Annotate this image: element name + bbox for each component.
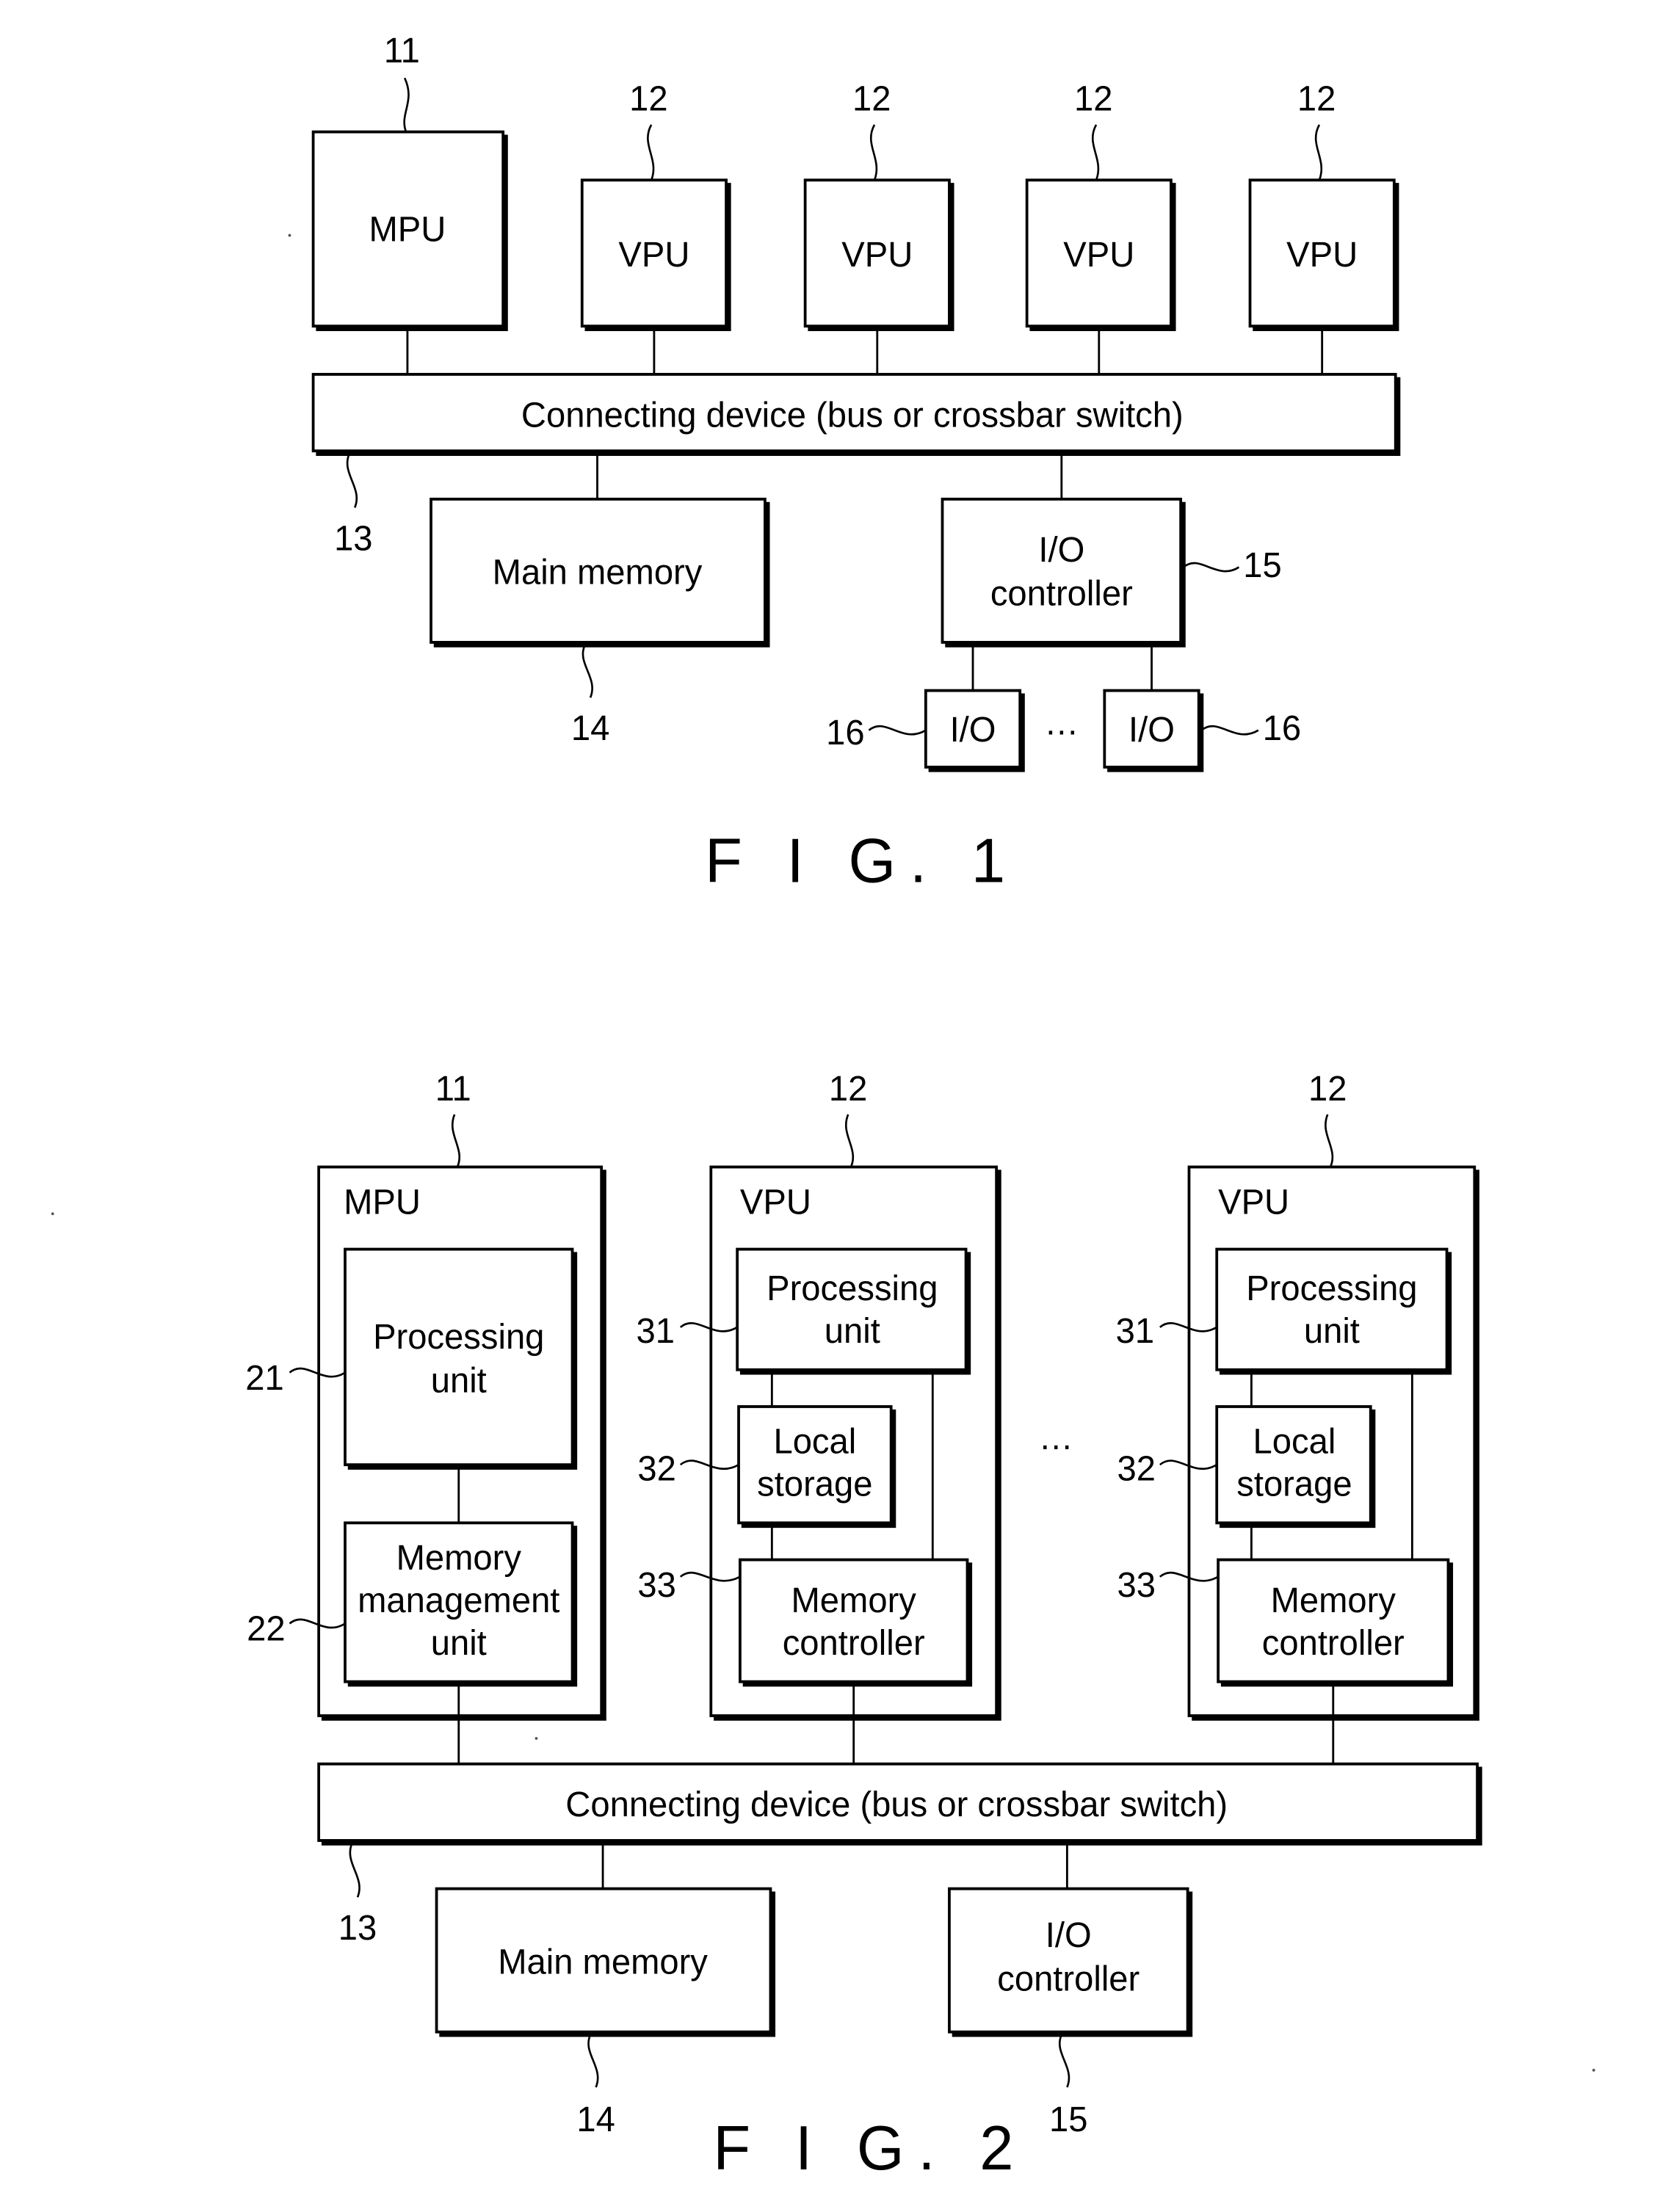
fig2-vpu-block-2: VPU 12 Processing unit 31 Local storage … [1116,1069,1479,1764]
fig2-mpu-ref: 11 [435,1069,471,1109]
fig2-connecting-device-ref: 13 [338,1909,377,1948]
fig1-connecting-device-label: Connecting device (bus or crossbar switc… [521,396,1184,435]
fig1-vpu-block-4: VPU 12 [1248,79,1399,374]
figure-1: MPU 11 VPU 12 VPU 12 VPU 12 VPU 12 Conne… [311,32,1401,896]
fig1-vpu-block-3: VPU 12 [1025,79,1176,374]
fig1-io-device-label: I/O [1128,711,1175,750]
fig2-vpu-ref: 12 [829,1069,867,1109]
fig2-io-controller-line2: controller [997,1959,1140,1999]
fig2-vpu-memory-controller [1217,1558,1450,1683]
fig1-vpu-ref: 12 [1074,79,1112,119]
fig1-mpu-ref: 11 [384,32,420,71]
fig2-vpu-pu-line2: unit [1304,1312,1360,1352]
fig1-vpu-label: VPU [1063,236,1134,275]
fig2-io-controller: I/O controller 15 [948,1887,1193,2139]
fig1-io-controller-ref: 15 [1243,546,1281,586]
fig1-io-device-ref: 16 [1263,709,1301,749]
fig2-vpu-processing-unit [1215,1247,1449,1371]
fig2-io-controller-ref: 15 [1049,2100,1087,2139]
fig2-vpu-label: VPU [1218,1183,1289,1222]
fig2-mmu-line3: unit [431,1623,487,1663]
fig1-vpu-ref: 12 [852,79,891,119]
scan-speck [1592,2068,1595,2072]
fig2-local-storage-line1: Local [773,1422,856,1462]
scan-speck [535,1736,538,1740]
fig1-vpu-label: VPU [841,236,913,275]
fig1-main-memory-ref: 14 [571,709,609,749]
fig2-vpu-pu-line1: Processing [1246,1269,1417,1309]
fig2-io-controller-line1: I/O [1046,1915,1092,1955]
fig2-main-memory-label: Main memory [498,1943,708,1982]
fig2-mpu-mmu: Memory management unit 22 [247,1521,578,1687]
fig1-main-memory-label: Main memory [493,553,703,592]
fig2-vpu-processing-unit [736,1247,968,1371]
fig2-memory-controller-line2: controller [783,1623,925,1663]
fig1-mpu-block: MPU 11 [311,32,508,374]
fig2-vpu-pu-ref: 31 [637,1312,675,1352]
fig1-io-controller: I/O controller 15 [941,497,1282,691]
fig2-vpu-memory-controller [739,1558,969,1683]
fig2-memory-controller-line1: Memory [791,1581,916,1621]
fig2-vpu-ellipsis: … [1039,1418,1073,1457]
fig2-vpu-ref: 12 [1308,1069,1347,1109]
fig2-main-memory: Main memory 14 [435,1887,776,2139]
fig1-io-controller-line2: controller [990,574,1133,614]
fig2-vpu-pu-line1: Processing [767,1269,938,1309]
fig2-memory-controller-ref: 33 [637,1565,675,1605]
fig2-caption: F I G. 2 [713,2113,1027,2183]
fig1-io-device-1: I/O 16 [826,689,1025,772]
fig1-vpu-block-2: VPU 12 [803,79,954,374]
fig2-mpu-pu-ref: 21 [245,1358,283,1398]
fig2-connecting-device-label: Connecting device (bus or crossbar switc… [565,1785,1228,1825]
fig2-mpu-pu-line2: unit [431,1361,487,1401]
fig2-memory-controller-line2: controller [1262,1623,1405,1663]
fig1-connecting-device-ref: 13 [334,519,372,559]
fig2-main-memory-ref: 14 [576,2100,615,2139]
fig2-vpu-block-1: VPU 12 Processing unit 31 Local storage … [637,1069,1001,1764]
fig2-vpu-pu-line2: unit [825,1312,880,1352]
fig2-local-storage-line2: storage [1236,1465,1352,1504]
fig1-vpu-label: VPU [618,236,689,275]
fig2-mpu-processing-unit: Processing unit 21 [245,1247,578,1470]
fig2-mmu-line2: management [358,1581,559,1621]
fig1-io-controller-line1: I/O [1038,530,1084,570]
fig1-io-device-2: I/O 16 [1103,689,1301,772]
fig2-local-storage-line1: Local [1253,1422,1336,1462]
fig1-io-device-ref: 16 [826,714,864,753]
fig1-caption: F I G. 1 [705,825,1019,895]
fig2-local-storage-ref: 32 [1117,1449,1156,1489]
fig1-vpu-block-1: VPU 12 [580,79,731,374]
fig1-vpu-ref: 12 [1297,79,1336,119]
fig1-vpu-ref: 12 [629,79,667,119]
fig2-vpu-label: VPU [740,1183,811,1222]
fig2-mpu-block: MPU 11 Processing unit 21 Memory managem… [245,1069,606,1764]
fig1-io-ellipsis: … [1044,703,1079,743]
fig2-local-storage-ref: 32 [637,1449,675,1489]
fig2-vpu-pu-ref: 31 [1116,1312,1154,1352]
fig2-memory-controller-line1: Memory [1271,1581,1396,1621]
figure-2: MPU 11 Processing unit 21 Memory managem… [245,1069,1482,2183]
fig1-mpu-label: MPU [369,210,446,250]
fig1-main-memory: Main memory 14 [430,497,770,749]
scan-speck [51,1212,54,1216]
scan-speck [288,233,291,237]
fig1-vpu-label: VPU [1286,236,1358,275]
fig2-mpu-pu-line1: Processing [373,1317,544,1357]
fig2-mmu-ref: 22 [247,1609,285,1649]
fig1-io-device-label: I/O [950,711,996,750]
fig2-memory-controller-ref: 33 [1117,1565,1156,1605]
patent-drawing-sheet: MPU 11 VPU 12 VPU 12 VPU 12 VPU 12 Conne… [51,32,1595,2183]
fig2-mpu-label: MPU [344,1183,421,1222]
fig2-local-storage-line2: storage [757,1465,872,1504]
fig2-mmu-line1: Memory [396,1539,521,1578]
